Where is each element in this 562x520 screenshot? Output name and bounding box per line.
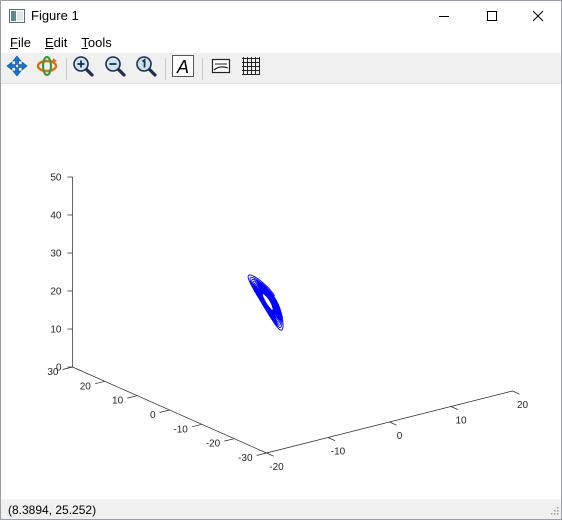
maximize-button[interactable]: [469, 1, 515, 31]
zoom-in-button[interactable]: [71, 55, 95, 82]
x-tick-label: 0: [397, 431, 403, 442]
z-tick-label: 40: [50, 211, 62, 222]
y-tick-mark: [191, 423, 202, 428]
x-tick-mark: [266, 452, 274, 457]
plot-area[interactable]: -20 -10 0 10 20 -30 -20 -10 0 10 20 30 0 10 20 30 40 50: [1, 84, 561, 498]
y-tick-mark: [62, 366, 73, 370]
toolbar-separator: [66, 58, 67, 80]
maximize-icon: [486, 10, 498, 22]
pan-icon: [6, 55, 28, 82]
y-tick-mark: [256, 452, 267, 456]
x-tick-mark: [450, 406, 459, 410]
x-tick-label: 20: [517, 400, 529, 411]
window-title: Figure 1: [31, 8, 79, 23]
y-tick-mark: [159, 409, 170, 413]
x-tick-label: 10: [455, 416, 467, 427]
z-tick-label: 50: [50, 173, 62, 184]
resize-grip-icon[interactable]: [549, 504, 559, 518]
rotate-icon: [36, 55, 58, 82]
y-tick-label: -20: [206, 439, 221, 450]
toggle-legend-button[interactable]: [209, 56, 233, 80]
lorenz-3d-plot[interactable]: -20-1001020-30-20-10010203001020304050: [1, 84, 561, 498]
axes: [62, 176, 520, 457]
figure-toolbar: A: [1, 53, 561, 84]
y-tick-label: -30: [238, 453, 253, 464]
close-icon: [532, 10, 544, 22]
y-tick-label: 20: [80, 381, 92, 392]
x-tick-label: -20: [269, 462, 284, 473]
menu-file[interactable]: File: [10, 33, 31, 53]
y-tick-label: -10: [173, 424, 188, 435]
svg-text:A: A: [176, 57, 189, 77]
zoom-in-icon: [72, 55, 94, 82]
y-tick-mark: [94, 380, 105, 385]
figure-window: Figure 1 File Edit Tools A -20 -10 0 10 …: [0, 0, 562, 520]
pan-button[interactable]: [5, 55, 29, 82]
zoom-reset-button[interactable]: [134, 55, 158, 82]
toggle-grid-button[interactable]: [239, 56, 263, 80]
zoom-out-icon: [104, 55, 126, 82]
cursor-coordinates: (8.3894, 25.252): [8, 503, 97, 517]
legend-icon: [210, 55, 232, 82]
x-tick-label: -10: [331, 447, 346, 458]
y-tick-mark: [127, 395, 138, 399]
insert-text-button[interactable]: A: [171, 54, 195, 82]
status-bar: (8.3894, 25.252): [1, 499, 561, 519]
y-tick-label: 0: [150, 410, 156, 421]
minimize-button[interactable]: [421, 1, 467, 31]
zoom-reset-icon: [135, 55, 157, 82]
menu-tools[interactable]: Tools: [81, 33, 111, 53]
x-tick-mark: [327, 437, 336, 441]
x-tick-mark: [389, 421, 397, 426]
z-tick-label: 20: [50, 287, 62, 298]
minimize-icon: [438, 10, 450, 22]
rotate-3d-button[interactable]: [35, 55, 59, 82]
grid-icon: [240, 55, 262, 82]
y-tick-label: 10: [112, 396, 124, 407]
toolbar-separator: [165, 58, 166, 80]
menu-bar: File Edit Tools: [1, 33, 561, 53]
z-tick-label: 10: [50, 325, 62, 336]
title-bar[interactable]: Figure 1: [1, 1, 561, 31]
z-tick-label: 30: [50, 249, 62, 260]
tick-labels: -20-1001020-30-20-10010203001020304050: [47, 173, 528, 474]
menu-edit[interactable]: Edit: [45, 33, 67, 53]
trajectory-line: [247, 274, 284, 331]
z-tick-label: 0: [56, 363, 62, 374]
figure-app-icon: [9, 9, 25, 23]
close-button[interactable]: [515, 1, 561, 31]
text-icon: A: [172, 54, 194, 82]
x-tick-mark: [512, 390, 520, 395]
zoom-out-button[interactable]: [103, 55, 127, 82]
y-tick-mark: [224, 438, 235, 442]
toolbar-separator: [202, 58, 203, 80]
